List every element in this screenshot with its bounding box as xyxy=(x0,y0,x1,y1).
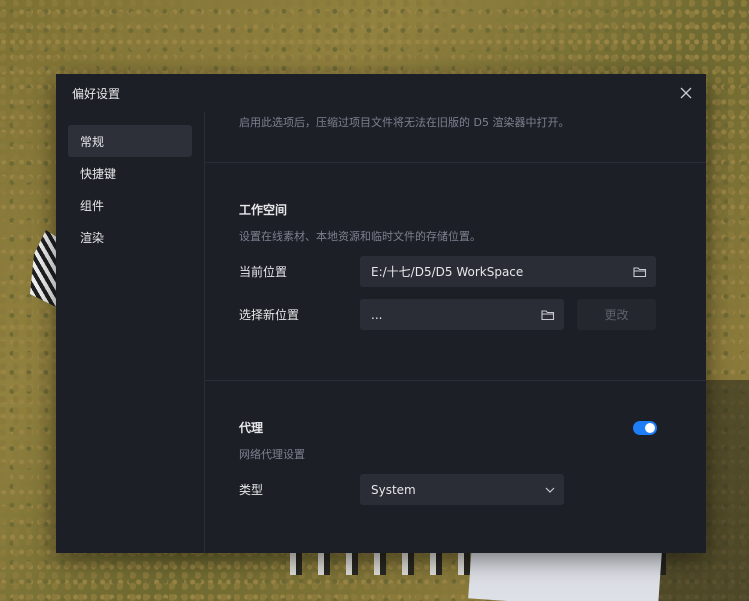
current-location-row: 当前位置 E:/十七/D5/D5 WorkSpace xyxy=(239,256,657,287)
proxy-type-label: 类型 xyxy=(239,483,264,497)
sidebar-item-shortcuts[interactable]: 快捷键 xyxy=(68,157,192,189)
proxy-heading: 代理 xyxy=(239,421,264,435)
proxy-type-row: 类型 System xyxy=(239,474,657,505)
close-button[interactable] xyxy=(678,85,694,101)
new-location-value: ... xyxy=(371,307,383,322)
workspace-section: 工作空间 设置在线素材、本地资源和临时文件的存储位置。 当前位置 E:/十七/D… xyxy=(205,163,706,381)
dialog-titlebar: 偏好设置 xyxy=(56,74,706,112)
sidebar-item-label: 渲染 xyxy=(80,230,105,245)
current-location-label: 当前位置 xyxy=(239,265,288,279)
proxy-type-value: System xyxy=(371,482,416,497)
sidebar-item-label: 快捷键 xyxy=(80,166,117,181)
proxy-section: 代理 网络代理设置 类型 System xyxy=(205,381,706,505)
sidebar-item-components[interactable]: 组件 xyxy=(68,189,192,221)
preferences-dialog: 偏好设置 常规 快捷键 组件 渲染 启用此选项后，压缩过项目文件将无法在旧版的 … xyxy=(56,74,706,553)
settings-content[interactable]: 启用此选项后，压缩过项目文件将无法在旧版的 D5 渲染器中打开。 工作空间 设置… xyxy=(205,112,706,553)
toggle-knob xyxy=(645,422,655,433)
folder-icon[interactable] xyxy=(541,309,555,321)
sidebar-item-render[interactable]: 渲染 xyxy=(68,221,192,253)
dialog-title: 偏好设置 xyxy=(72,86,121,101)
new-location-label: 选择新位置 xyxy=(239,308,300,322)
proxy-description: 网络代理设置 xyxy=(239,448,305,461)
folder-icon[interactable] xyxy=(633,266,647,278)
workspace-description: 设置在线素材、本地资源和临时文件的存储位置。 xyxy=(239,230,481,243)
new-location-field[interactable]: ... xyxy=(360,299,564,330)
new-location-row: 选择新位置 ... 更改 xyxy=(239,299,657,330)
sidebar-item-label: 组件 xyxy=(80,198,105,213)
current-location-field[interactable]: E:/十七/D5/D5 WorkSpace xyxy=(360,256,656,287)
compression-section: 启用此选项后，压缩过项目文件将无法在旧版的 D5 渲染器中打开。 xyxy=(205,112,706,163)
sidebar: 常规 快捷键 组件 渲染 xyxy=(56,112,205,553)
sidebar-item-general[interactable]: 常规 xyxy=(68,125,192,157)
proxy-type-select[interactable]: System xyxy=(360,474,564,505)
change-location-button[interactable]: 更改 xyxy=(577,299,656,330)
workspace-heading: 工作空间 xyxy=(239,203,288,217)
current-location-value: E:/十七/D5/D5 WorkSpace xyxy=(371,265,524,279)
compression-description: 启用此选项后，压缩过项目文件将无法在旧版的 D5 渲染器中打开。 xyxy=(239,116,570,129)
proxy-toggle[interactable] xyxy=(633,420,657,435)
sidebar-item-label: 常规 xyxy=(80,134,105,149)
close-icon xyxy=(680,87,692,99)
chevron-down-icon xyxy=(545,487,555,493)
